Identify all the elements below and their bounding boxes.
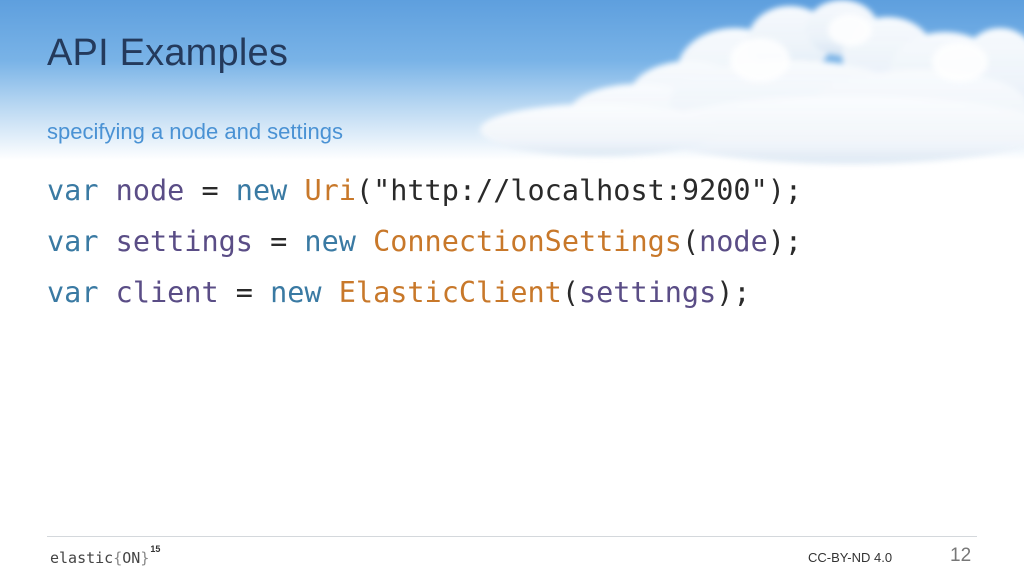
code-token-type: ElasticClient xyxy=(338,276,562,309)
logo-close-brace: } xyxy=(140,549,150,567)
page-number: 12 xyxy=(950,545,972,566)
logo-word: elastic xyxy=(50,549,114,567)
footer-divider xyxy=(47,536,977,537)
code-token-identifier: client xyxy=(115,276,219,309)
code-line: var client = new ElasticClient(settings)… xyxy=(47,267,802,318)
code-token-keyword: new xyxy=(235,174,288,207)
code-token-plain: = xyxy=(252,225,305,258)
code-token-keyword: new xyxy=(270,276,322,309)
code-token-identifier: settings xyxy=(115,225,253,258)
code-line: var node = new Uri("http://localhost:920… xyxy=(47,165,802,216)
code-token-plain: ( xyxy=(561,276,579,309)
code-token-type: ConnectionSettings xyxy=(373,225,682,258)
code-token-keyword: var xyxy=(47,174,99,207)
code-token-identifier: node xyxy=(115,174,185,207)
code-token-type: Uri xyxy=(304,174,356,207)
code-block: var node = new Uri("http://localhost:920… xyxy=(47,165,802,318)
license-label: CC-BY-ND 4.0 xyxy=(808,550,893,565)
code-token-plain: = xyxy=(218,276,271,309)
slide-subtitle: specifying a node and settings xyxy=(47,119,343,144)
logo-open-brace: { xyxy=(113,549,123,567)
code-token-plain: ); xyxy=(716,276,751,309)
code-line: var settings = new ConnectionSettings(no… xyxy=(47,216,802,267)
code-token-plain: ( xyxy=(681,225,700,258)
code-token-plain: ("http://localhost:9200"); xyxy=(355,174,803,207)
logo-year: 15 xyxy=(150,544,161,554)
code-token-keyword: var xyxy=(47,276,99,309)
code-token-identifier: node xyxy=(699,225,768,258)
code-token-identifier: settings xyxy=(578,276,717,309)
code-token-keyword: new xyxy=(304,225,356,258)
code-token-plain: ); xyxy=(767,225,803,258)
elasticon-logo: elastic{ON}15 xyxy=(50,544,160,567)
code-token-plain: = xyxy=(184,174,236,207)
logo-on: ON xyxy=(122,549,141,567)
code-token-keyword: var xyxy=(47,225,99,258)
slide-title: API Examples xyxy=(47,32,289,74)
